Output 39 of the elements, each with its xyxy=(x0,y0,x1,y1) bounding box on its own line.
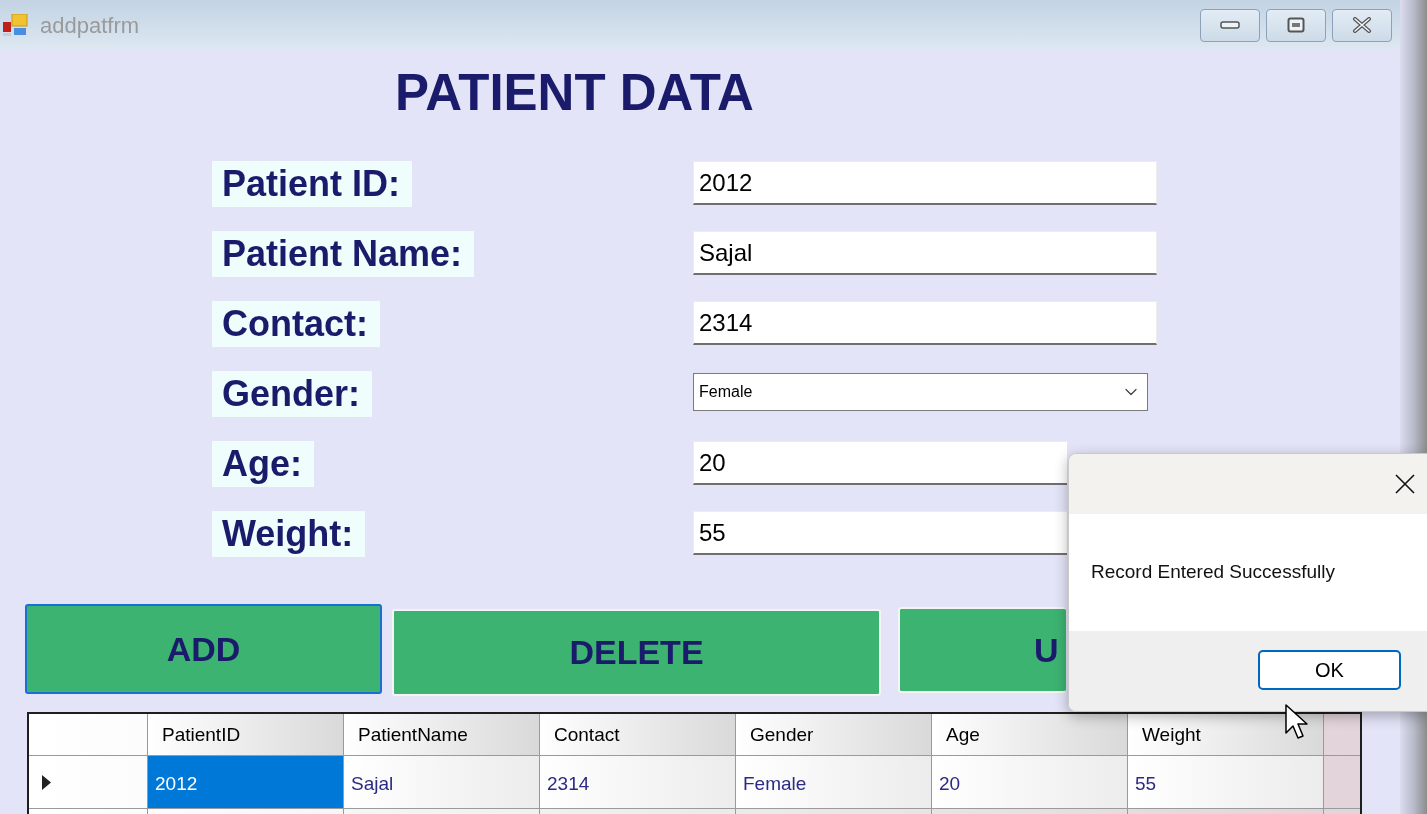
minimize-button[interactable] xyxy=(1200,8,1260,42)
column-header[interactable]: PatientID xyxy=(148,714,344,755)
field-label: Contact: xyxy=(212,301,380,347)
text-field[interactable]: 2314 xyxy=(693,301,1157,345)
table-cell[interactable]: Sajal xyxy=(344,756,540,808)
app-icon xyxy=(3,14,28,36)
text-field[interactable]: Sajal xyxy=(693,231,1157,275)
column-header[interactable]: Gender xyxy=(736,714,932,755)
field-label: Patient ID: xyxy=(212,161,412,207)
window-title: addpatfrm xyxy=(40,11,140,40)
field-label: Weight: xyxy=(212,511,366,557)
column-header[interactable]: Weight xyxy=(1128,714,1324,755)
table-cell[interactable]: Female xyxy=(736,756,932,808)
table-cell[interactable]: 20 xyxy=(932,756,1128,808)
table-cell[interactable]: 2012 xyxy=(148,756,344,808)
close-icon xyxy=(1395,474,1415,494)
column-header[interactable]: Contact xyxy=(540,714,736,755)
text-field[interactable]: 20 xyxy=(693,441,1067,485)
text-field[interactable]: 55 xyxy=(693,511,1067,555)
table-cell[interactable]: 55 xyxy=(1128,756,1324,808)
field-label: Age: xyxy=(212,441,314,487)
column-header[interactable]: Age xyxy=(932,714,1128,755)
cursor-icon xyxy=(1285,704,1309,740)
form-heading: PATIENT DATA xyxy=(395,65,754,121)
maximize-button[interactable] xyxy=(1266,8,1326,42)
close-icon xyxy=(1352,17,1372,33)
minimize-icon xyxy=(1220,21,1240,29)
dropdown[interactable]: Female xyxy=(693,373,1148,411)
field-label: Patient Name: xyxy=(212,231,475,277)
action-button[interactable]: DELETE xyxy=(392,609,881,696)
action-button[interactable]: ADD xyxy=(25,604,382,694)
ok-button[interactable]: OK xyxy=(1258,650,1401,690)
column-header[interactable]: PatientName xyxy=(344,714,540,755)
text-field[interactable]: 2012 xyxy=(693,161,1157,205)
action-button[interactable]: U xyxy=(898,607,1066,693)
maximize-icon xyxy=(1287,17,1305,33)
field-label: Gender: xyxy=(212,371,373,417)
table-cell[interactable]: 2314 xyxy=(540,756,736,808)
dialog-message: Record Entered Successfully xyxy=(1091,560,1335,585)
